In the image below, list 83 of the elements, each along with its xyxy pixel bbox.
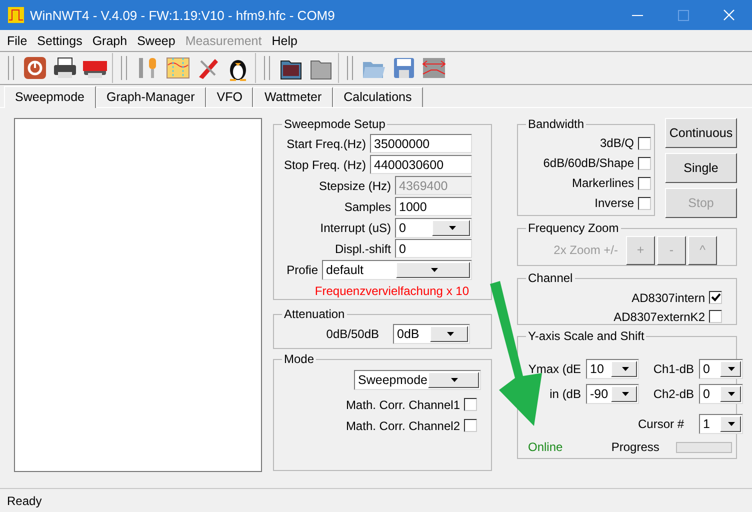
checkbox[interactable] — [709, 291, 722, 304]
field-label: Interrupt (uS) — [320, 220, 391, 234]
group-title: Frequency Zoom — [526, 221, 621, 235]
group-title: Attenuation — [282, 307, 347, 321]
checkbox[interactable] — [464, 419, 477, 432]
menu-item[interactable]: Settings — [32, 34, 88, 48]
field-label: Ch1-dB — [652, 362, 694, 376]
field-label: Cursor # — [636, 417, 685, 431]
dropdown[interactable]: 0dB — [393, 324, 470, 344]
menu-item[interactable]: Sweep — [132, 34, 180, 48]
checkbox-label: Math. Corr. Channel1 — [346, 398, 460, 412]
checkbox-label: 6dB/60dB/Shape — [543, 156, 634, 170]
menu-item[interactable]: File — [2, 34, 32, 48]
app-icon — [8, 7, 24, 23]
caret-icon — [449, 226, 456, 230]
checkbox-label: AD8307externK2 — [614, 310, 705, 324]
checkbox[interactable] — [464, 398, 477, 411]
power-icon[interactable] — [22, 55, 48, 81]
field-label: Stop Freq. (Hz) — [284, 158, 366, 172]
checkbox-label: AD8307intern — [632, 290, 705, 304]
group-title: Mode — [282, 352, 316, 366]
dropdown[interactable]: 0 — [699, 384, 743, 404]
checkbox[interactable] — [638, 196, 651, 210]
tab[interactable]: Calculations — [332, 87, 423, 107]
caret-icon — [728, 422, 736, 426]
dropdown[interactable]: 0 — [699, 359, 743, 379]
group-title: Y-axis Scale and Shift — [526, 329, 646, 343]
input-field[interactable]: 0 — [395, 239, 472, 258]
tab[interactable]: VFO — [206, 87, 254, 107]
field-label: Start Freq.(Hz) — [286, 136, 366, 150]
checkbox-label: Math. Corr. Channel2 — [346, 418, 460, 432]
menu-item[interactable]: Help — [266, 34, 302, 48]
chart-icon[interactable] — [165, 55, 191, 81]
field-label: Samples — [344, 200, 391, 214]
tab[interactable]: Sweepmode — [4, 86, 96, 108]
input-field[interactable]: 35000000 — [370, 134, 472, 153]
zoom-label: 2x Zoom +/- — [554, 243, 618, 257]
checkbox[interactable] — [638, 176, 651, 190]
action-button[interactable]: Continuous — [665, 118, 737, 148]
dropdown[interactable]: 1 — [699, 414, 743, 434]
group-title: Sweepmode Setup — [282, 117, 388, 131]
menu-item[interactable]: Graph — [87, 34, 132, 48]
checkbox-label: Markerlines — [572, 176, 634, 190]
printer-icon[interactable] — [52, 55, 78, 81]
caret-icon — [622, 367, 629, 371]
field-label: Stepsize (Hz) — [318, 178, 391, 192]
checkbox-label: Inverse — [594, 196, 634, 210]
field-label: 0dB/50dB — [326, 326, 379, 340]
input-field[interactable]: 4400030600 — [370, 155, 472, 174]
multiplier-note: Frequenzvervielfachung x 10 — [314, 283, 470, 298]
field-label: Displ.-shift — [334, 242, 391, 256]
dropdown[interactable]: default — [322, 260, 472, 280]
group-title: Bandwidth — [526, 117, 586, 131]
field-label: Ch2-dB — [652, 387, 694, 401]
checkbox[interactable] — [638, 156, 651, 170]
progress-label: Progress — [611, 440, 660, 454]
field-label: Ymax (dE — [527, 362, 581, 376]
caret-icon — [728, 367, 736, 371]
group-title: Channel — [526, 271, 575, 285]
caret-icon — [430, 268, 438, 272]
input-field[interactable]: 1000 — [395, 197, 472, 216]
field-label: Profie — [286, 262, 318, 276]
tab[interactable]: Wattmeter — [253, 87, 333, 107]
field-label: in (dB — [548, 387, 581, 401]
dropdown[interactable]: -90 — [586, 384, 639, 404]
status-text: Ready — [7, 494, 42, 508]
caret-icon — [622, 392, 629, 396]
checkbox-label: 3dB/Q — [600, 136, 634, 150]
dropdown[interactable]: 0 — [395, 218, 472, 238]
dropdown[interactable]: 10 — [586, 359, 639, 379]
minimize-icon[interactable] — [632, 14, 642, 16]
window-title: WinNWT4 - V.4.09 - FW:1.19:V10 - hfm9.hfc - COM9 — [30, 8, 336, 22]
caret-icon — [447, 332, 454, 336]
checkbox[interactable] — [709, 310, 722, 323]
checkbox[interactable] — [638, 136, 651, 150]
caret-icon — [451, 378, 458, 382]
dropdown[interactable]: Sweepmode — [354, 370, 481, 390]
action-button[interactable]: Single — [665, 153, 737, 183]
tab[interactable]: Graph-Manager — [96, 87, 206, 107]
arrows-icon[interactable] — [421, 55, 447, 81]
caret-icon — [728, 392, 736, 396]
connection-status: Online — [528, 440, 564, 454]
close-icon[interactable] — [723, 9, 735, 21]
